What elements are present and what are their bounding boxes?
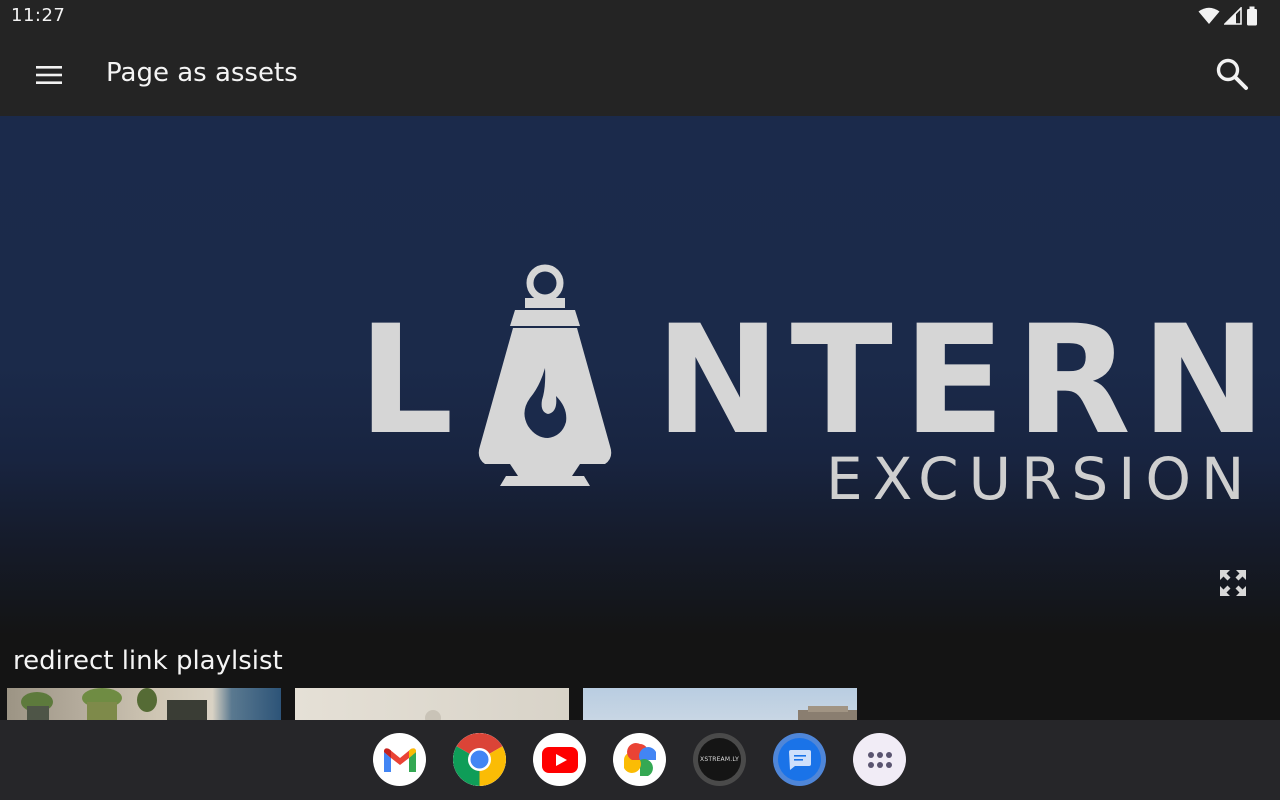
chrome-icon[interactable] [453, 733, 506, 786]
fullscreen-icon [1220, 570, 1246, 596]
status-bar: 11:27 [0, 0, 1280, 32]
menu-button[interactable] [28, 54, 70, 96]
search-button[interactable] [1210, 52, 1254, 96]
gmail-icon[interactable] [373, 733, 426, 786]
app-bar: Page as assets [0, 32, 1280, 116]
battery-icon [1247, 6, 1257, 26]
hero-banner[interactable]: L NTERN EXCURSION [0, 116, 1280, 636]
wifi-icon [1198, 7, 1220, 24]
thumbnail-plants[interactable] [7, 688, 281, 720]
xstream-label: XSTREAM.LY [700, 756, 739, 763]
app-drawer-icon[interactable] [853, 733, 906, 786]
brand-wordmark-first: L [358, 294, 454, 468]
photos-icon[interactable] [613, 733, 666, 786]
status-time: 11:27 [11, 5, 66, 26]
cell-signal-icon [1224, 7, 1242, 25]
app-dock: XSTREAM.LY [373, 733, 906, 786]
menu-icon [36, 66, 62, 84]
thumbnail-row [7, 688, 857, 720]
brand-wordmark: NTERN [655, 294, 1277, 468]
taskbar: XSTREAM.LY [0, 720, 1280, 800]
brand-subtitle: EXCURSION [826, 445, 1255, 513]
playlist-section-title: redirect link playlsist [13, 646, 283, 676]
youtube-icon[interactable] [533, 733, 586, 786]
status-icons [1198, 6, 1258, 26]
thumbnail-indoor[interactable] [295, 688, 569, 720]
xstream-icon[interactable]: XSTREAM.LY [693, 733, 746, 786]
fullscreen-button[interactable] [1216, 566, 1250, 600]
search-icon [1216, 58, 1248, 90]
page-title: Page as assets [106, 58, 298, 88]
thumbnail-landscape[interactable] [583, 688, 857, 720]
messages-icon[interactable] [773, 733, 826, 786]
